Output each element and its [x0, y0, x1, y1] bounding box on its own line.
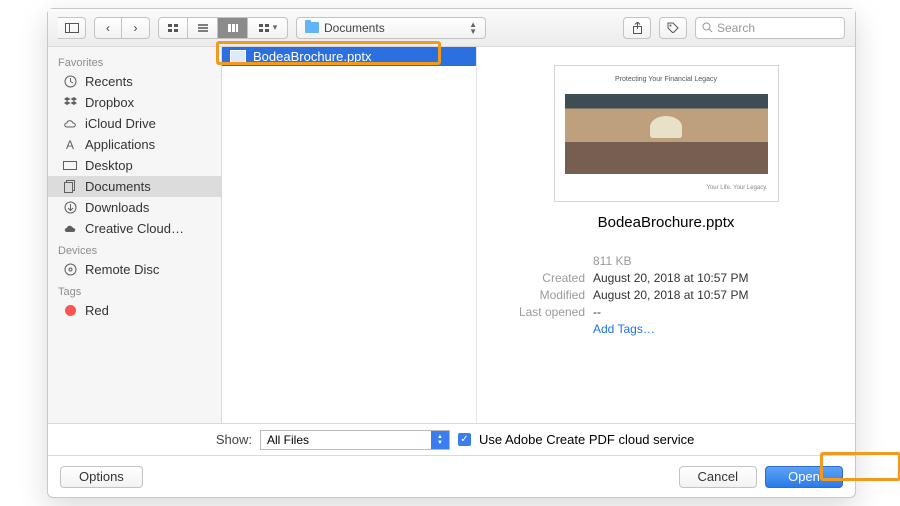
chevron-left-icon: ‹ — [106, 21, 110, 35]
documents-icon — [62, 180, 78, 193]
add-tags-link[interactable]: Add Tags… — [593, 321, 655, 338]
downloads-icon — [62, 201, 78, 214]
thumb-image — [565, 94, 768, 174]
sidebar-item-downloads[interactable]: Downloads — [48, 197, 221, 218]
view-mode-group: ▾ — [158, 17, 288, 39]
applications-icon: A — [62, 138, 78, 151]
preview-pane: Protecting Your Financial Legacy Your Li… — [477, 47, 855, 423]
view-columns-button[interactable] — [218, 17, 248, 39]
cancel-button[interactable]: Cancel — [679, 466, 757, 488]
columns-icon — [227, 23, 239, 33]
creative-cloud-icon — [62, 222, 78, 235]
folder-icon — [305, 22, 319, 33]
sidebar-item-applications[interactable]: AApplications — [48, 134, 221, 155]
open-dialog: ‹ › ▾ Documents ▲▼ Search — [47, 8, 856, 498]
file-name-label: BodeaBrochure.pptx — [253, 49, 372, 64]
tag-icon — [667, 22, 679, 33]
pptx-file-icon — [230, 50, 246, 63]
body: Favorites Recents Dropbox iCloud Drive A… — [48, 47, 855, 423]
clock-icon — [62, 75, 78, 88]
sidebar-item-recents[interactable]: Recents — [48, 71, 221, 92]
back-button[interactable]: ‹ — [94, 17, 122, 39]
search-input[interactable]: Search — [695, 17, 845, 39]
sidebar: Favorites Recents Dropbox iCloud Drive A… — [48, 47, 222, 423]
sidebar-item-documents[interactable]: Documents — [48, 176, 221, 197]
sidebar-item-desktop[interactable]: Desktop — [48, 155, 221, 176]
options-button[interactable]: Options — [60, 466, 143, 488]
tags-button[interactable] — [659, 17, 687, 39]
view-icons-button[interactable] — [158, 17, 188, 39]
list-icon — [197, 23, 209, 33]
modified-value: August 20, 2018 at 10:57 PM — [593, 287, 748, 304]
view-gallery-button[interactable]: ▾ — [248, 17, 288, 39]
svg-text:A: A — [66, 139, 74, 151]
sidebar-item-dropbox[interactable]: Dropbox — [48, 92, 221, 113]
toolbar: ‹ › ▾ Documents ▲▼ Search — [48, 9, 855, 47]
updown-icon: ▲▼ — [431, 431, 449, 449]
cloud-icon — [62, 117, 78, 130]
show-label: Show: — [62, 432, 252, 447]
share-button[interactable] — [623, 17, 651, 39]
file-column: BodeaBrochure.pptx — [222, 47, 477, 423]
preview-thumbnail: Protecting Your Financial Legacy Your Li… — [554, 65, 779, 202]
created-label: Created — [495, 270, 585, 287]
lastopened-label: Last opened — [495, 304, 585, 321]
modified-label: Modified — [495, 287, 585, 304]
sidebar-head-tags: Tags — [48, 280, 221, 300]
preview-file-name: BodeaBrochure.pptx — [598, 214, 735, 231]
thumb-subtitle: Your Life. Your Legacy. — [565, 185, 768, 191]
path-popup-button[interactable]: Documents ▲▼ — [296, 17, 486, 39]
tag-red-icon — [62, 304, 78, 317]
show-row: Show: All Files ▲▼ ✓ Use Adobe Create PD… — [48, 423, 855, 455]
sidebar-toggle-button[interactable] — [58, 17, 86, 39]
dropbox-icon — [62, 96, 78, 109]
cloud-service-label: Use Adobe Create PDF cloud service — [479, 432, 694, 447]
sidebar-icon — [65, 23, 79, 33]
file-type-value: All Files — [261, 433, 315, 447]
sidebar-item-creative-cloud[interactable]: Creative Cloud… — [48, 218, 221, 239]
file-metadata: 811 KB Created August 20, 2018 at 10:57 P… — [495, 253, 837, 338]
gallery-icon — [258, 23, 270, 33]
forward-button[interactable]: › — [122, 17, 150, 39]
sidebar-head-favorites: Favorites — [48, 51, 221, 71]
path-label: Documents — [324, 21, 385, 35]
file-type-select[interactable]: All Files ▲▼ — [260, 430, 450, 450]
open-button[interactable]: Open — [765, 466, 843, 488]
share-icon — [632, 22, 643, 34]
thumb-title: Protecting Your Financial Legacy — [565, 76, 768, 83]
desktop-icon — [62, 159, 78, 172]
sidebar-item-icloud[interactable]: iCloud Drive — [48, 113, 221, 134]
cloud-service-checkbox[interactable]: ✓ — [458, 433, 471, 446]
file-size: 811 KB — [593, 253, 631, 270]
updown-icon: ▲▼ — [469, 21, 477, 35]
created-value: August 20, 2018 at 10:57 PM — [593, 270, 748, 287]
view-list-button[interactable] — [188, 17, 218, 39]
sidebar-toggle-group — [58, 17, 86, 39]
sidebar-item-remote-disc[interactable]: Remote Disc — [48, 259, 221, 280]
chevron-down-icon: ▾ — [273, 22, 278, 33]
nav-arrows: ‹ › — [94, 17, 150, 39]
chevron-right-icon: › — [134, 21, 138, 35]
disc-icon — [62, 263, 78, 276]
search-icon — [702, 22, 713, 33]
sidebar-item-tag-red[interactable]: Red — [48, 300, 221, 321]
sidebar-head-devices: Devices — [48, 239, 221, 259]
lastopened-value: -- — [593, 304, 601, 321]
search-placeholder: Search — [717, 21, 755, 35]
file-item[interactable]: BodeaBrochure.pptx — [222, 47, 476, 66]
footer: Options Cancel Open — [48, 455, 855, 497]
grid-icon — [167, 23, 179, 33]
